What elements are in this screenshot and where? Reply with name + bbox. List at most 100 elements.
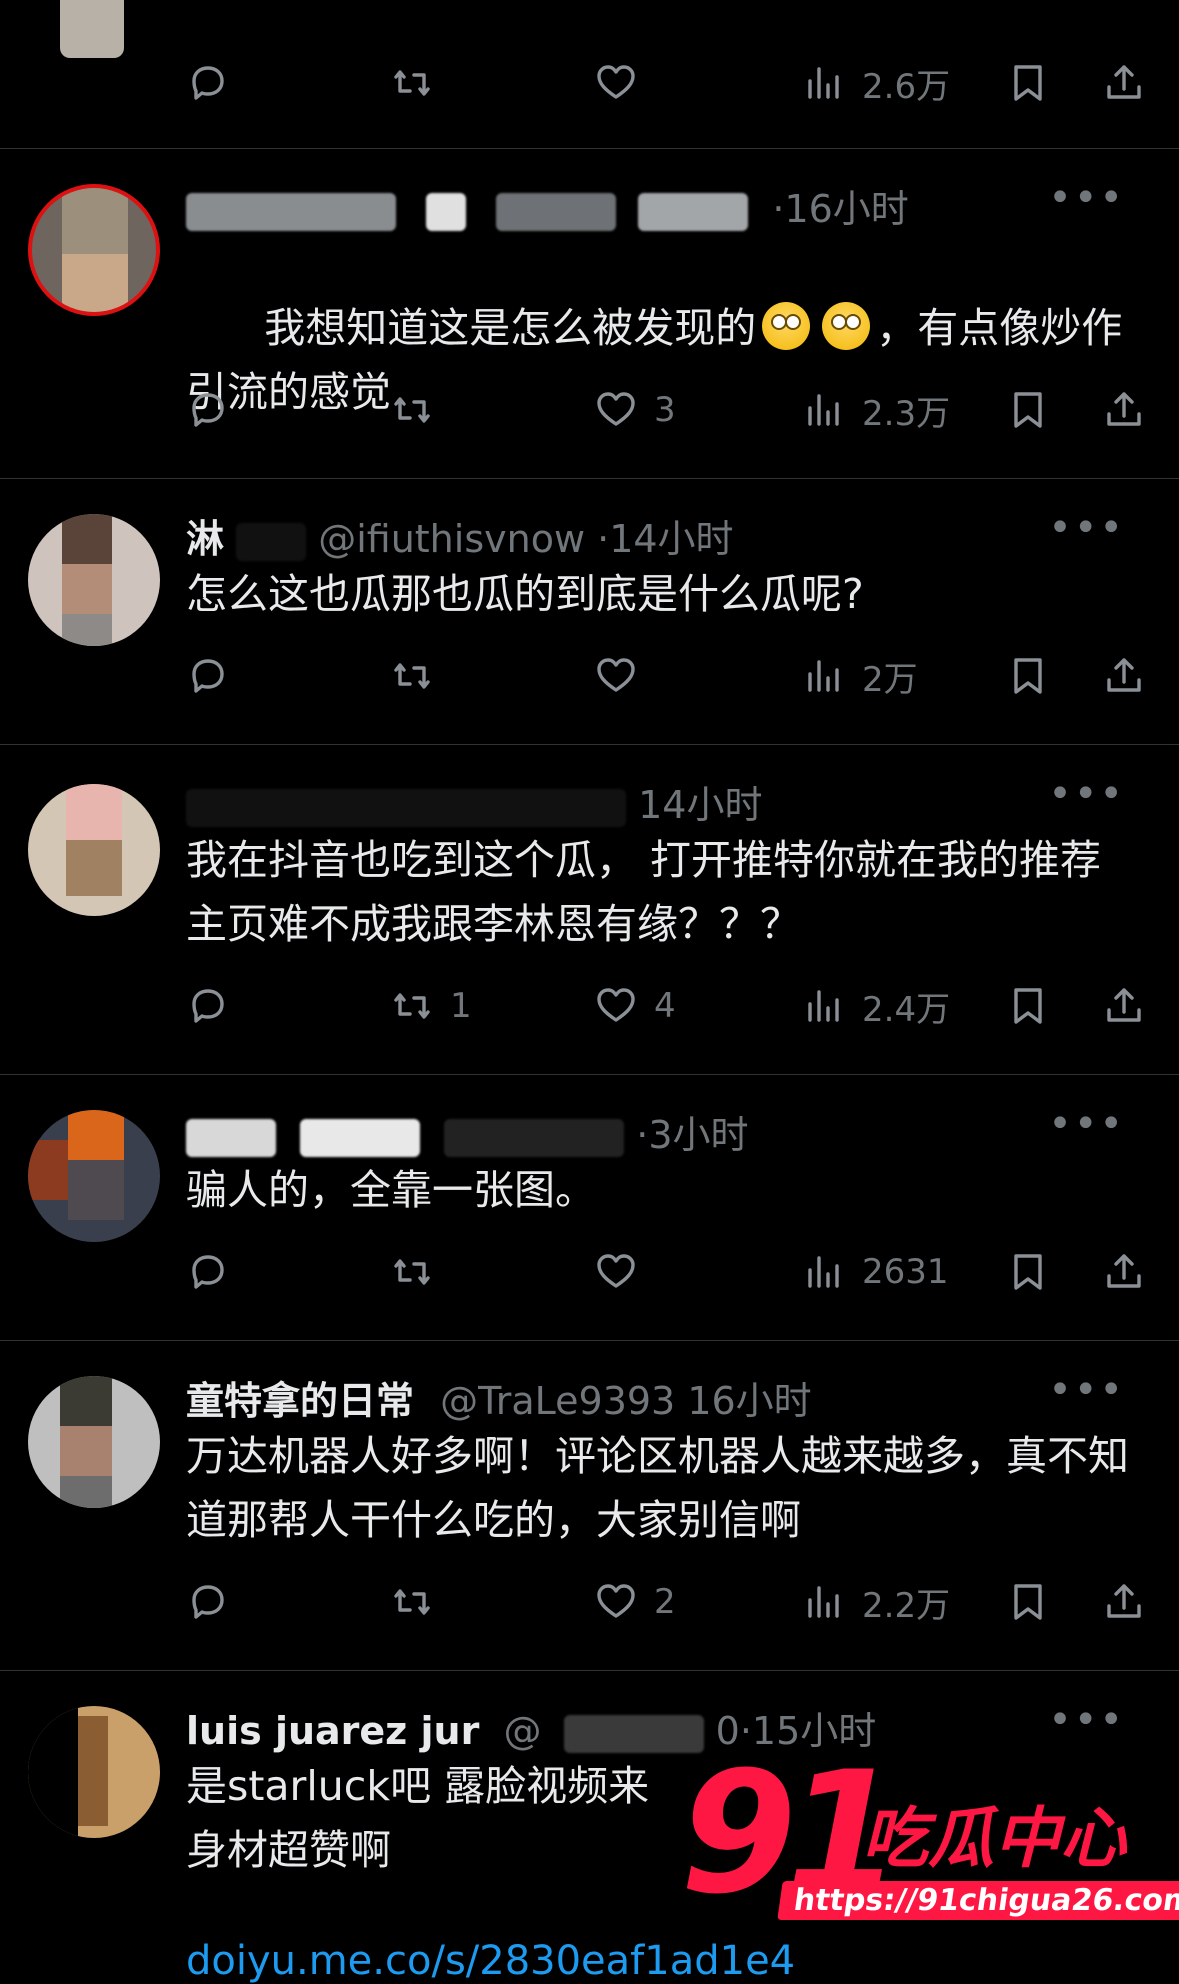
reply-button[interactable] (184, 382, 232, 438)
views-icon (808, 67, 839, 99)
views-icon (808, 1586, 839, 1618)
views-count: 2631 (862, 1252, 949, 1292)
retweet-button[interactable] (388, 1244, 436, 1300)
retweet-button[interactable] (388, 55, 436, 111)
like-icon (597, 392, 635, 426)
avatar[interactable] (60, 0, 124, 58)
action-bar: 2631 (0, 1244, 1179, 1300)
views-count: 2.4万 (862, 989, 951, 1030)
like-icon (597, 1254, 635, 1288)
retweet-button[interactable] (388, 1574, 436, 1630)
reply-time: 16小时 (687, 1379, 812, 1423)
blurred-username (186, 192, 396, 231)
share-button[interactable] (1100, 55, 1148, 111)
watermark-url: https://91chigua26.com (777, 1881, 1179, 1920)
share-button[interactable] (1100, 1244, 1148, 1300)
share-button[interactable] (1100, 978, 1148, 1034)
retweet-button[interactable] (388, 382, 436, 438)
more-icon[interactable]: ••• (1048, 1370, 1125, 1410)
reply-item[interactable]: ·16小时 ••• 我想知道这是怎么被发现的 ，有点像炒作引流的感觉 3 2.3万 (0, 148, 1179, 479)
reply-button[interactable] (184, 55, 232, 111)
retweet-button[interactable] (388, 648, 436, 704)
retweet-icon (394, 993, 430, 1019)
like-button[interactable] (592, 1244, 640, 1300)
share-icon (1107, 658, 1141, 692)
avatar[interactable] (28, 1376, 160, 1508)
bookmark-button[interactable] (1004, 382, 1052, 438)
share-button[interactable] (1100, 1574, 1148, 1630)
blurred-username (638, 192, 749, 231)
site-watermark: 91 吃瓜中心 https://91chigua26.com (680, 1735, 1179, 1931)
reply-item[interactable]: 14小时 ••• 我在抖音也吃到这个瓜， 打开推特你就在我的推荐主页难不成我跟李… (0, 744, 1179, 1075)
bookmark-icon (1014, 988, 1042, 1024)
share-icon (1107, 988, 1141, 1022)
avatar[interactable] (28, 184, 160, 316)
blurred-username (186, 1118, 276, 1157)
reply-time: ·3小时 (636, 1113, 749, 1157)
reply-item[interactable]: 淋 @ifiuthisvnow ·14小时 ••• 怎么这也瓜那也瓜的到底是什么… (0, 478, 1179, 745)
like-button[interactable] (592, 648, 640, 704)
reply-header: 14小时 ••• (186, 774, 1139, 827)
like-button[interactable]: 3 (592, 382, 676, 438)
blurred-username (496, 192, 617, 231)
user-handle: @ifiuthisvnow (318, 517, 586, 561)
action-bar: 3 2.3万 (0, 382, 1179, 438)
reply-button[interactable] (184, 648, 232, 704)
display-name: 童特拿的日常 (186, 1379, 415, 1423)
rolling-eyes-emoji-icon (822, 302, 871, 350)
reply-icon (192, 66, 224, 100)
bookmark-button[interactable] (1004, 1244, 1052, 1300)
reply-button[interactable] (184, 1574, 232, 1630)
reply-text-part: 我想知道这是怎么被发现的 (264, 304, 757, 352)
avatar[interactable] (28, 1110, 160, 1242)
more-icon[interactable]: ••• (1048, 1700, 1125, 1740)
blurred-username (186, 788, 626, 827)
avatar[interactable] (28, 514, 160, 646)
share-button[interactable] (1100, 382, 1148, 438)
like-button[interactable]: 4 (592, 978, 676, 1034)
avatar[interactable] (28, 1706, 160, 1838)
bookmark-icon (1014, 392, 1042, 428)
avatar[interactable] (28, 784, 160, 916)
user-handle: @TraLe9393 (440, 1379, 676, 1423)
reply-text: 万达机器人好多啊！评论区机器人越来越多，真不知道那帮人干什么吃的，大家别信啊 (186, 1432, 1129, 1544)
share-icon (1107, 1584, 1141, 1618)
share-icon (1107, 1254, 1141, 1288)
reply-button[interactable] (184, 978, 232, 1034)
reply-item[interactable]: 童特拿的日常 @TraLe9393 16小时 ••• 万达机器人好多啊！评论区机… (0, 1340, 1179, 1671)
rolling-eyes-emoji-icon (762, 302, 811, 350)
bookmark-button[interactable] (1004, 1574, 1052, 1630)
views-button[interactable]: 2.3万 (800, 382, 950, 438)
blurred-username (426, 192, 467, 231)
reply-button[interactable] (184, 1244, 232, 1300)
bookmark-icon (1014, 658, 1042, 694)
reply-icon (192, 1255, 224, 1289)
views-button[interactable]: 2.6万 (800, 55, 950, 111)
like-count: 4 (654, 986, 676, 1026)
views-button[interactable]: 2.4万 (800, 978, 950, 1034)
link-text[interactable]: doiyu.me.co/s/2830eaf1ad1e4 (186, 1938, 795, 1984)
share-icon (1107, 65, 1141, 99)
user-handle: @ (503, 1709, 542, 1753)
bookmark-button[interactable] (1004, 55, 1052, 111)
reply-item[interactable]: ·3小时 ••• 骗人的，全靠一张图。 2631 (0, 1074, 1179, 1341)
views-button[interactable]: 2631 (800, 1244, 949, 1300)
retweet-icon (394, 1259, 430, 1285)
views-button[interactable]: 2.2万 (800, 1574, 950, 1630)
action-bar: 2万 (0, 648, 1179, 704)
bookmark-button[interactable] (1004, 648, 1052, 704)
more-icon[interactable]: ••• (1048, 774, 1125, 814)
reply-text: 我在抖音也吃到这个瓜， 打开推特你就在我的推荐主页难不成我跟李林恩有缘？？？ (186, 836, 1102, 948)
views-icon (808, 660, 839, 692)
retweet-button[interactable]: 1 (388, 978, 472, 1034)
views-button[interactable]: 2万 (800, 648, 918, 704)
like-button[interactable]: 2 (592, 1574, 676, 1630)
like-button[interactable] (592, 55, 640, 111)
reply-icon (192, 989, 224, 1023)
more-icon[interactable]: ••• (1048, 508, 1125, 548)
share-button[interactable] (1100, 648, 1148, 704)
bookmark-button[interactable] (1004, 978, 1052, 1034)
more-icon[interactable]: ••• (1048, 1104, 1125, 1144)
more-icon[interactable]: ••• (1048, 178, 1125, 218)
retweet-icon (394, 70, 430, 96)
